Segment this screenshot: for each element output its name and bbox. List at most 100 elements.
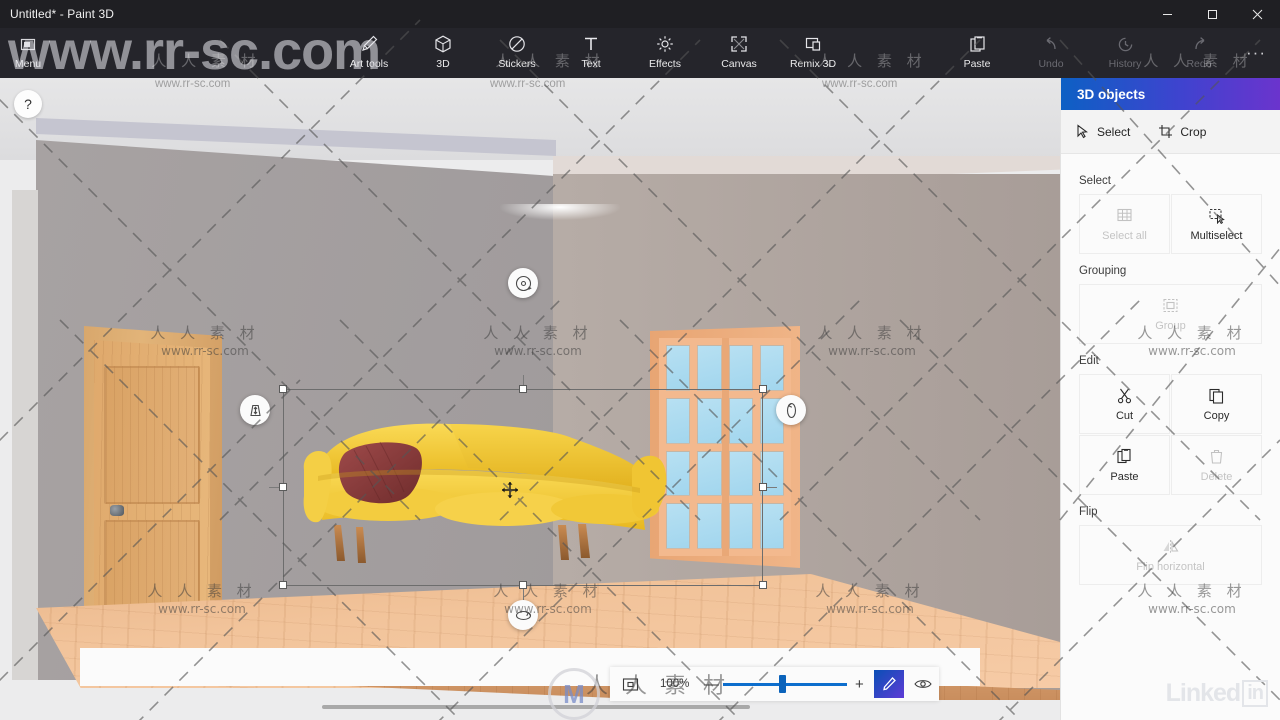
window-pane: [697, 345, 722, 391]
scene-3d: [0, 78, 1060, 720]
zoom-level-label: 100%: [660, 678, 690, 690]
tab-effects[interactable]: Effects: [628, 28, 702, 78]
copy-icon: [1208, 387, 1225, 404]
zoom-in-button[interactable]: +: [847, 667, 871, 701]
delete-label: Delete: [1200, 470, 1233, 483]
clipboard-paste-icon: [968, 33, 987, 55]
crop-icon: [1158, 124, 1173, 139]
tab-stickers[interactable]: Stickers: [480, 28, 554, 78]
undo-arrow-icon: [1042, 33, 1061, 55]
tab-canvas[interactable]: Canvas: [702, 28, 776, 78]
door-knob: [110, 505, 124, 516]
paste-tile[interactable]: Paste: [1079, 435, 1170, 495]
group-tile[interactable]: Group: [1079, 284, 1262, 344]
fit-to-screen-button[interactable]: [610, 667, 650, 701]
brush-icon: [359, 33, 379, 55]
flip-horizontal-label: Flip horizontal: [1136, 560, 1205, 573]
help-button[interactable]: ?: [14, 90, 42, 118]
history-clock-icon: [1116, 33, 1135, 55]
selection-handle-ne[interactable]: [759, 385, 767, 393]
select-all-label: Select all: [1102, 229, 1147, 242]
remix-3d-icon: [803, 33, 823, 55]
zoom-slider[interactable]: [723, 667, 848, 701]
flip-horizontal-icon: [1161, 538, 1180, 555]
section-edit-tiles: Cut Copy Paste Delete: [1079, 374, 1262, 495]
multiselect-tile[interactable]: Multiselect: [1171, 194, 1262, 254]
trash-icon: [1208, 448, 1225, 465]
tab-remix-3d[interactable]: Remix 3D: [776, 28, 850, 78]
tab-effects-label: Effects: [649, 58, 681, 70]
scissors-icon: [1116, 387, 1133, 404]
tab-select[interactable]: Select: [1061, 110, 1144, 154]
zoom-slider-thumb[interactable]: [779, 675, 787, 693]
pen-tool-button[interactable]: [874, 670, 905, 698]
section-title-grouping: Grouping: [1079, 265, 1127, 277]
cut-tile[interactable]: Cut: [1079, 374, 1170, 434]
clipboard-paste-icon: [1116, 448, 1133, 465]
tab-stickers-label: Stickers: [498, 58, 536, 70]
window-title: Untitled* - Paint 3D: [10, 7, 115, 21]
select-all-tile[interactable]: Select all: [1079, 194, 1170, 254]
cursor-arrow-icon: [1075, 124, 1090, 139]
selection-handle-sw[interactable]: [279, 581, 287, 589]
sun-effects-icon: [655, 33, 675, 55]
selection-handle-nw[interactable]: [279, 385, 287, 393]
view-3d-button[interactable]: [907, 667, 939, 701]
tab-crop-label: Crop: [1180, 124, 1207, 139]
paste-button[interactable]: Paste: [940, 28, 1014, 78]
minimize-button[interactable]: [1145, 0, 1190, 28]
window-pane: [666, 345, 691, 391]
section-grouping-tiles: Group: [1079, 284, 1262, 344]
close-button[interactable]: [1235, 0, 1280, 28]
copy-tile[interactable]: Copy: [1171, 374, 1262, 434]
canvas-resize-icon: [729, 33, 749, 55]
menu-label: Menu: [14, 58, 42, 70]
section-title-select: Select: [1079, 175, 1111, 187]
tab-art-tools[interactable]: Art tools: [332, 28, 406, 78]
flip-horizontal-tile[interactable]: Flip horizontal: [1079, 525, 1262, 585]
section-title-edit: Edit: [1079, 355, 1099, 367]
tab-select-label: Select: [1097, 124, 1131, 139]
rotate-pitch-gizmo[interactable]: [508, 600, 538, 630]
tab-text[interactable]: Text: [554, 28, 628, 78]
rotate-yaw-gizmo[interactable]: [776, 395, 806, 425]
section-select-tiles: Select all Multiselect: [1079, 194, 1262, 254]
redo-button[interactable]: Redo: [1162, 28, 1236, 78]
paste-label: Paste: [1110, 470, 1139, 483]
section-flip-tiles: Flip horizontal: [1079, 525, 1262, 585]
depth-move-gizmo[interactable]: [240, 395, 270, 425]
zoom-statusbar: 100% — +: [610, 667, 940, 701]
selection-handle-e[interactable]: [759, 483, 767, 491]
tab-crop[interactable]: Crop: [1144, 110, 1220, 154]
tab-art-tools-label: Art tools: [349, 58, 389, 70]
paste-label: Paste: [963, 58, 991, 70]
titlebar: Untitled* - Paint 3D: [0, 0, 1280, 28]
tab-3d-label: 3D: [436, 58, 450, 70]
selection-bounding-box[interactable]: [283, 389, 763, 586]
canvas-3d-viewport[interactable]: ?: [0, 78, 1060, 720]
zoom-out-button[interactable]: —: [699, 667, 723, 701]
undo-button[interactable]: Undo: [1014, 28, 1088, 78]
selection-handle-n[interactable]: [519, 385, 527, 393]
multiselect-icon: [1208, 207, 1226, 224]
copy-label: Copy: [1203, 409, 1230, 422]
delete-tile[interactable]: Delete: [1171, 435, 1262, 495]
right-side-panel: 3D objects Select Crop Select Select all…: [1060, 78, 1280, 720]
cut-label: Cut: [1115, 409, 1134, 422]
tab-canvas-label: Canvas: [721, 58, 757, 70]
selection-handle-s[interactable]: [519, 581, 527, 589]
tab-3d[interactable]: 3D: [406, 28, 480, 78]
cube-icon: [433, 33, 453, 55]
group-icon: [1162, 297, 1179, 314]
history-button[interactable]: History: [1088, 28, 1162, 78]
selection-handle-se[interactable]: [759, 581, 767, 589]
horizontal-scrollbar[interactable]: [322, 705, 750, 709]
history-label: History: [1108, 58, 1142, 70]
menu-button[interactable]: Menu: [0, 28, 56, 78]
rotate-roll-gizmo[interactable]: [508, 268, 538, 298]
selection-handle-w[interactable]: [279, 483, 287, 491]
ribbon-right-group: Paste Undo History Redo ···: [940, 28, 1276, 78]
tab-text-label: Text: [581, 58, 601, 70]
restore-button[interactable]: [1190, 0, 1235, 28]
overflow-menu-button[interactable]: ···: [1236, 28, 1276, 78]
